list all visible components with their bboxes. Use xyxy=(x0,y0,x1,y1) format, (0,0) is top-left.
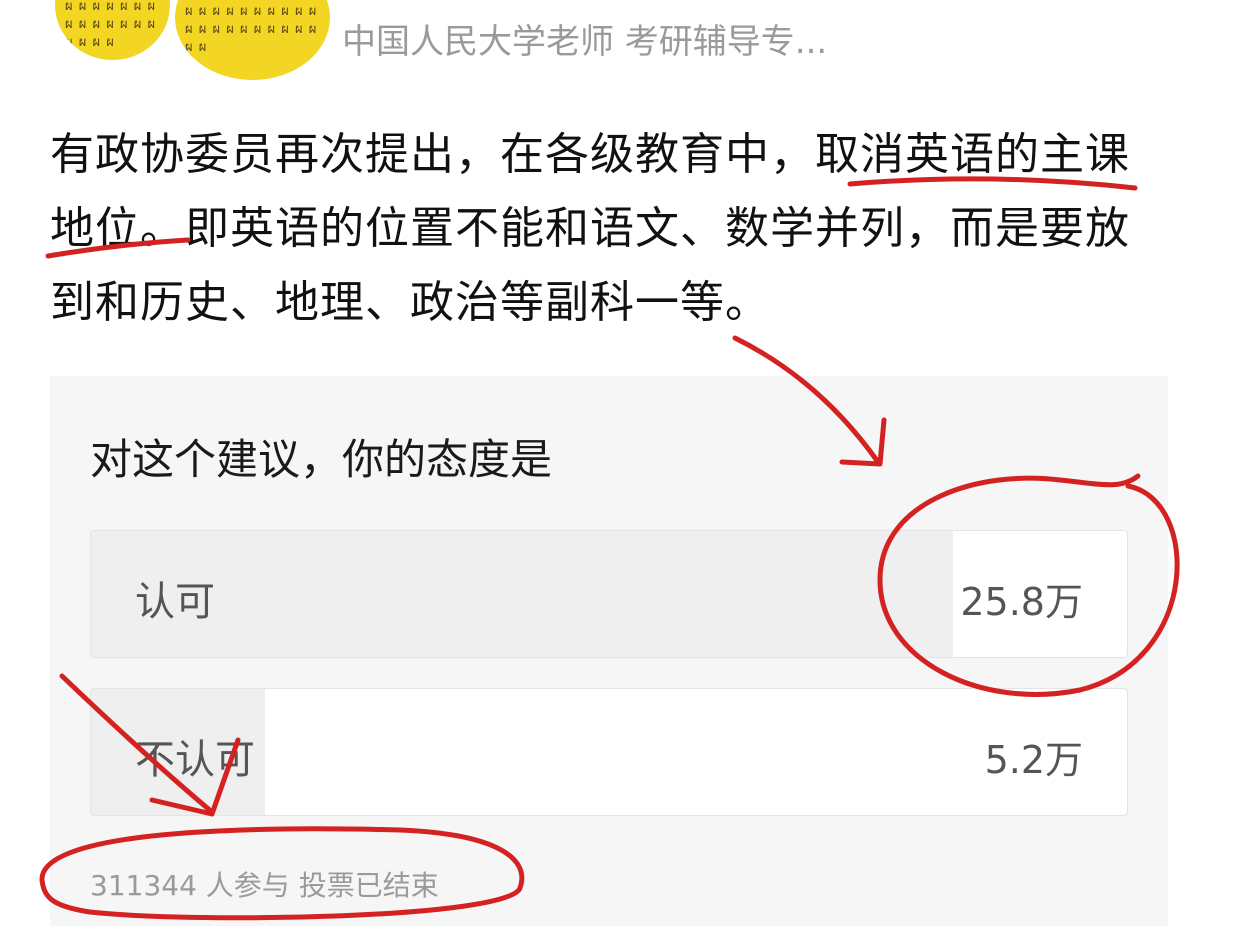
author-name[interactable]: 中国人民大学老师 考研辅导专... xyxy=(342,14,827,63)
avatar-pattern: ผ ผ ผ ผ ผ ผ ผ ผ ผ ผ ผ ผ ผ ผ ผ ผ ผ ผ xyxy=(65,0,157,50)
poll-option-fill xyxy=(91,531,953,657)
poll-option-disapprove[interactable]: 不认可 5.2万 xyxy=(90,688,1128,816)
avatar-pattern: ผ ผ ผ ผ ผ ผ ผ ผ ผ ผ ผ ผ ผ ผ ผ ผ ผ ผ ผ ผ … xyxy=(185,4,318,55)
poll-option-label: 认可 xyxy=(135,579,215,625)
poll-card: 对这个建议，你的态度是 认可 25.8万 不认可 5.2万 311344 人参与… xyxy=(50,376,1168,926)
poll-question: 对这个建议，你的态度是 xyxy=(90,435,553,484)
screenshot-page: ผ ผ ผ ผ ผ ผ ผ ผ ผ ผ ผ ผ ผ ผ ผ ผ ผ ผ ผ ผ … xyxy=(0,0,1250,926)
poll-option-count: 5.2万 xyxy=(984,738,1083,782)
avatar[interactable]: ผ ผ ผ ผ ผ ผ ผ ผ ผ ผ ผ ผ ผ ผ ผ ผ ผ ผ xyxy=(55,0,170,60)
post-header: ผ ผ ผ ผ ผ ผ ผ ผ ผ ผ ผ ผ ผ ผ ผ ผ ผ ผ ผ ผ … xyxy=(0,0,1250,100)
avatar-secondary[interactable]: ผ ผ ผ ผ ผ ผ ผ ผ ผ ผ ผ ผ ผ ผ ผ ผ ผ ผ ผ ผ … xyxy=(175,0,330,80)
poll-option-label: 不认可 xyxy=(135,737,255,783)
poll-option-count: 25.8万 xyxy=(960,580,1083,624)
poll-footer-status: 311344 人参与 投票已结束 xyxy=(90,869,439,902)
poll-option-approve[interactable]: 认可 25.8万 xyxy=(90,530,1128,658)
article-body: 有政协委员再次提出，在各级教育中，取消英语的主课地位。即英语的位置不能和语文、数… xyxy=(50,129,1130,328)
